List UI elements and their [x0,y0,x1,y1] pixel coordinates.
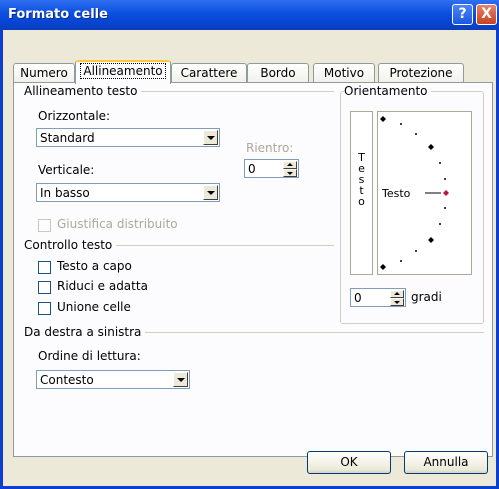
degrees-value: 0 [354,291,362,305]
vertical-text: T e s t o [351,152,372,207]
wrap-text-checkbox[interactable] [38,261,51,274]
orientation-dial[interactable]: Testo [377,111,472,275]
dialog-body: Numero Allineamento Carattere Bordo Moti… [3,30,496,486]
dial-diamond-icon [380,116,386,122]
chevron-down-icon[interactable] [203,130,218,145]
spin-down-icon[interactable] [283,169,297,177]
tab-label: Motivo [323,66,365,80]
dial-dot [444,178,446,180]
chevron-down-icon[interactable] [173,372,188,387]
tab-label: Protezione [389,66,453,80]
shrink-to-fit-label: Riduci e adatta [57,279,148,293]
spin-up-icon[interactable] [390,290,404,298]
degrees-spinner[interactable]: 0 [350,288,406,307]
cancel-button[interactable]: Annulla [404,451,488,474]
dial-text: Testo [382,187,411,200]
title-bar[interactable]: Formato celle ? X [0,0,499,30]
tab-carattere[interactable]: Carattere [171,63,247,83]
merge-cells-label: Unione celle [57,300,131,314]
tab-label: Allineamento [80,63,166,79]
group-label-alignment: Allineamento testo [24,84,142,98]
dial-marker-icon [443,190,449,196]
degrees-label: gradi [411,290,442,304]
indent-label: Rientro: [246,141,294,155]
merge-cells-checkbox[interactable] [38,302,51,315]
group-label-text-control: Controllo testo [24,238,117,252]
tab-panel-allineamento: Allineamento testo Orizzontale: Standard… [13,82,493,457]
vertical-label: Verticale: [38,163,95,177]
tab-label: Bordo [260,66,296,80]
ok-button[interactable]: OK [307,451,391,474]
dial-dot [415,250,417,252]
spin-up-icon[interactable] [283,161,297,169]
vertical-select[interactable]: In basso [36,183,220,202]
dial-dot [400,123,402,125]
dial-diamond-icon [380,264,386,270]
tab-allineamento[interactable]: Allineamento [75,60,171,84]
indent-spinner[interactable]: 0 [244,159,299,178]
tab-label: Carattere [180,66,238,80]
horizontal-select[interactable]: Standard [36,128,220,147]
horizontal-label: Orizzontale: [38,109,111,123]
format-cells-dialog: Formato celle ? X Numero Allineamento Ca… [0,0,499,489]
justify-distributed-label: Giustifica distribuito [57,217,178,231]
dial-dot [439,223,441,225]
tab-label: Numero [20,66,68,80]
close-button[interactable]: X [476,4,497,25]
spin-down-icon[interactable] [390,298,404,306]
tab-bordo[interactable]: Bordo [247,63,309,83]
help-button[interactable]: ? [452,4,473,25]
tab-numero[interactable]: Numero [13,63,75,83]
window-title: Formato celle [8,7,108,22]
dial-dot [439,162,441,164]
indent-value: 0 [248,162,256,176]
shrink-to-fit-checkbox[interactable] [38,281,51,294]
dial-diamond-icon [428,237,434,243]
reading-order-value: Contesto [40,373,94,387]
wrap-text-label: Testo a capo [57,259,132,273]
dial-dot [415,133,417,135]
group-label-orientation: Orientamento [344,84,432,98]
reading-order-label: Ordine di lettura: [38,349,141,363]
justify-distributed-checkbox[interactable] [38,219,51,232]
chevron-down-icon[interactable] [203,185,218,200]
dial-dot [444,207,446,209]
vertical-value: In basso [40,186,90,200]
tab-protezione[interactable]: Protezione [378,63,464,83]
horizontal-value: Standard [40,131,95,145]
tab-motivo[interactable]: Motivo [313,63,375,83]
reading-order-select[interactable]: Contesto [36,370,190,389]
group-label-rtl: Da destra a sinistra [24,325,146,339]
vertical-text-char: o [358,195,365,208]
dial-dot [400,260,402,262]
dial-diamond-icon [428,144,434,150]
vertical-text-box[interactable]: T e s t o [350,111,373,275]
